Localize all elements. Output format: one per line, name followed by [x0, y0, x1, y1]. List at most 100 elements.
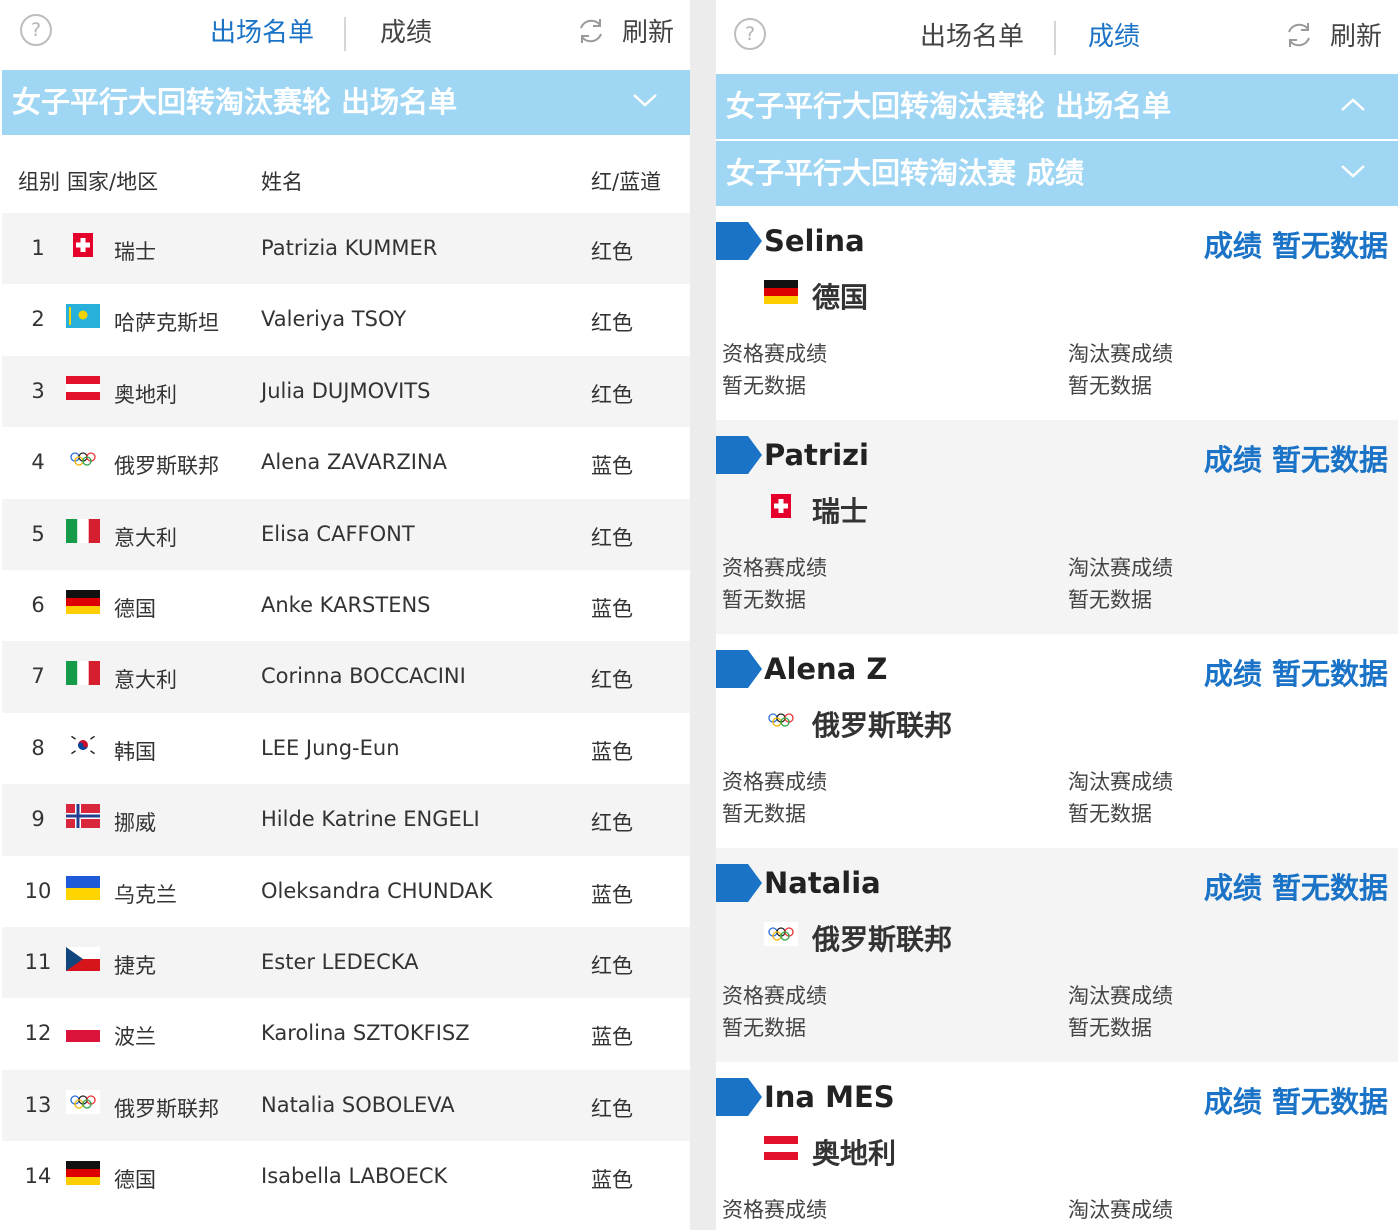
table-row[interactable]: 3 奥地利 Julia DUJMOVITS 红色	[2, 355, 690, 428]
qualification-label: 资格赛成绩	[722, 1198, 827, 1222]
athlete-name: Isabella LABOECK	[261, 1164, 448, 1189]
country-name: 俄罗斯联邦	[812, 923, 953, 956]
tab-results[interactable]: 成绩	[1088, 4, 1140, 74]
refresh-label: 刷新	[621, 18, 674, 48]
flag-cze-icon	[66, 946, 100, 971]
results-panel: ? 出场名单 成绩 刷新 女子平行大回转淘汰赛轮 出场名单 女子平行大回转淘汰赛…	[716, 0, 1398, 1230]
panel-gap	[690, 0, 716, 1230]
group-number: 10	[24, 878, 52, 903]
country-name: 意大利	[114, 525, 177, 550]
table-row[interactable]: 5 意大利 Elisa CAFFONT 红色	[2, 498, 690, 570]
refresh-label: 刷新	[1329, 22, 1382, 52]
country-name: 奥地利	[114, 382, 177, 407]
help-icon[interactable]: ?	[734, 18, 766, 50]
col-name: 姓名	[261, 170, 303, 194]
country-flag	[66, 661, 100, 686]
refresh-icon	[580, 18, 602, 43]
athlete-name: Patrizi	[764, 438, 869, 472]
section-roster-header[interactable]: 女子平行大回转淘汰赛轮 出场名单	[2, 70, 690, 135]
table-row[interactable]: 2 哈萨克斯坦 Valeriya TSOY 红色	[2, 284, 690, 356]
qualification-value: 暂无数据	[722, 1016, 806, 1040]
elimination-label: 淘汰赛成绩	[1068, 556, 1173, 580]
table-row[interactable]: 7 意大利 Corinna BOCCACINI 红色	[2, 641, 690, 713]
help-icon[interactable]: ?	[20, 14, 52, 46]
elimination-label: 淘汰赛成绩	[1068, 984, 1173, 1008]
country-flag	[66, 375, 100, 400]
table-row[interactable]: 10 乌克兰 Oleksandra CHUNDAK 蓝色	[2, 855, 690, 927]
athlete-name: LEE Jung-Eun	[261, 735, 400, 760]
results-list: Selina 成绩 暂无数据 德国 资格赛成绩 淘汰赛成绩 暂无数据 暂无数据 Patrizi…	[716, 206, 1398, 1230]
country-flag	[66, 1089, 100, 1114]
elimination-label: 淘汰赛成绩	[1068, 770, 1173, 794]
group-number: 3	[31, 378, 45, 403]
flag-ita-icon	[66, 661, 100, 686]
result-status[interactable]: 成绩 暂无数据	[1204, 865, 1388, 907]
lane-color: 红色	[591, 1096, 633, 1121]
section-roster-header[interactable]: 女子平行大回转淘汰赛轮 出场名单	[716, 74, 1398, 139]
athlete-marker-icon	[716, 436, 762, 474]
lane-color: 红色	[591, 668, 633, 693]
table-row[interactable]: 12 波兰 Karolina SZTOKFISZ 蓝色	[2, 998, 690, 1070]
tab-results[interactable]: 成绩	[380, 0, 432, 70]
refresh-button[interactable]: 刷新	[1284, 4, 1382, 74]
country-flag	[66, 946, 100, 971]
qualification-label: 资格赛成绩	[722, 770, 827, 794]
country-flag	[66, 447, 100, 472]
result-card[interactable]: Alena Z 成绩 暂无数据 俄罗斯联邦 资格赛成绩 淘汰赛成绩 暂无数据 暂无数据	[716, 634, 1398, 848]
roster-panel: ? 出场名单 成绩 刷新 女子平行大回转淘汰赛轮 出场名单 组别 国家/地区 姓…	[2, 0, 690, 1230]
country-name: 俄罗斯联邦	[812, 709, 953, 742]
result-card[interactable]: Natalia 成绩 暂无数据 俄罗斯联邦 资格赛成绩 淘汰赛成绩 暂无数据 暂无数据	[716, 848, 1398, 1062]
country-name: 瑞士	[114, 240, 156, 264]
tab-roster[interactable]: 出场名单	[920, 4, 1024, 74]
country-name: 德国	[114, 596, 156, 621]
table-row[interactable]: 13 俄罗斯联邦 Natalia SOBOLEVA 红色	[2, 1069, 690, 1142]
athlete-marker-icon	[716, 1078, 762, 1116]
refresh-button[interactable]: 刷新	[576, 0, 674, 70]
athlete-name: Oleksandra CHUNDAK	[261, 878, 493, 903]
athlete-name: Ina MES	[764, 1080, 895, 1114]
flag-oar-icon	[66, 1089, 100, 1114]
section-results-header[interactable]: 女子平行大回转淘汰赛 成绩	[716, 141, 1398, 206]
result-status[interactable]: 成绩 暂无数据	[1204, 223, 1388, 265]
refresh-icon	[1288, 22, 1310, 47]
section-results-title: 女子平行大回转淘汰赛 成绩	[726, 156, 1085, 190]
qualification-label: 资格赛成绩	[722, 342, 827, 366]
top-bar: ? 出场名单 成绩 刷新	[716, 0, 1398, 74]
table-row[interactable]: 9 挪威 Hilde Katrine ENGELI 红色	[2, 784, 690, 856]
col-country: 国家/地区	[67, 170, 159, 194]
table-row[interactable]: 14 德国 Isabella LABOECK 蓝色	[2, 1141, 690, 1213]
lane-color: 红色	[591, 811, 633, 836]
athlete-name: Patrizia KUMMER	[261, 236, 438, 260]
table-row[interactable]: 11 捷克 Ester LEDECKA 红色	[2, 926, 690, 999]
athlete-name: Natalia	[764, 866, 881, 900]
table-row[interactable]: 6 德国 Anke KARSTENS 蓝色	[2, 569, 690, 642]
table-row[interactable]: 8 韩国 LEE Jung-Eun 蓝色	[2, 712, 690, 785]
group-number: 11	[24, 949, 52, 974]
tab-roster[interactable]: 出场名单	[210, 0, 314, 70]
flag-aut-icon	[764, 1136, 798, 1160]
country-flag	[764, 280, 798, 304]
athlete-name: Karolina SZTOKFISZ	[261, 1021, 470, 1046]
result-card[interactable]: Ina MES 成绩 暂无数据 奥地利 资格赛成绩 淘汰赛成绩	[716, 1062, 1398, 1230]
table-row[interactable]: 1 瑞士 Patrizia KUMMER 红色	[2, 213, 690, 285]
result-card[interactable]: Selina 成绩 暂无数据 德国 资格赛成绩 淘汰赛成绩 暂无数据 暂无数据	[716, 206, 1398, 420]
col-lane: 红/蓝道	[591, 170, 662, 194]
result-status[interactable]: 成绩 暂无数据	[1204, 651, 1388, 693]
result-status[interactable]: 成绩 暂无数据	[1204, 437, 1388, 479]
elimination-label: 淘汰赛成绩	[1068, 342, 1173, 366]
result-card[interactable]: Patrizi 成绩 暂无数据 瑞士 资格赛成绩 淘汰赛成绩 暂无数据 暂无数据	[716, 420, 1398, 634]
result-status[interactable]: 成绩 暂无数据	[1204, 1079, 1388, 1121]
country-name: 俄罗斯联邦	[114, 454, 219, 479]
group-number: 8	[31, 735, 45, 760]
flag-ger-icon	[764, 280, 798, 304]
tab-divider	[344, 17, 346, 51]
lane-color: 蓝色	[591, 739, 633, 764]
country-name: 瑞士	[812, 495, 869, 528]
country-name: 德国	[114, 1168, 156, 1193]
table-row[interactable]: 4 俄罗斯联邦 Alena ZAVARZINA 蓝色	[2, 427, 690, 499]
athlete-name: Alena Z	[764, 652, 888, 686]
qualification-value: 暂无数据	[722, 374, 806, 398]
top-bar: ? 出场名单 成绩 刷新	[2, 0, 690, 70]
elimination-value: 暂无数据	[1068, 588, 1152, 612]
qualification-value: 暂无数据	[722, 802, 806, 826]
